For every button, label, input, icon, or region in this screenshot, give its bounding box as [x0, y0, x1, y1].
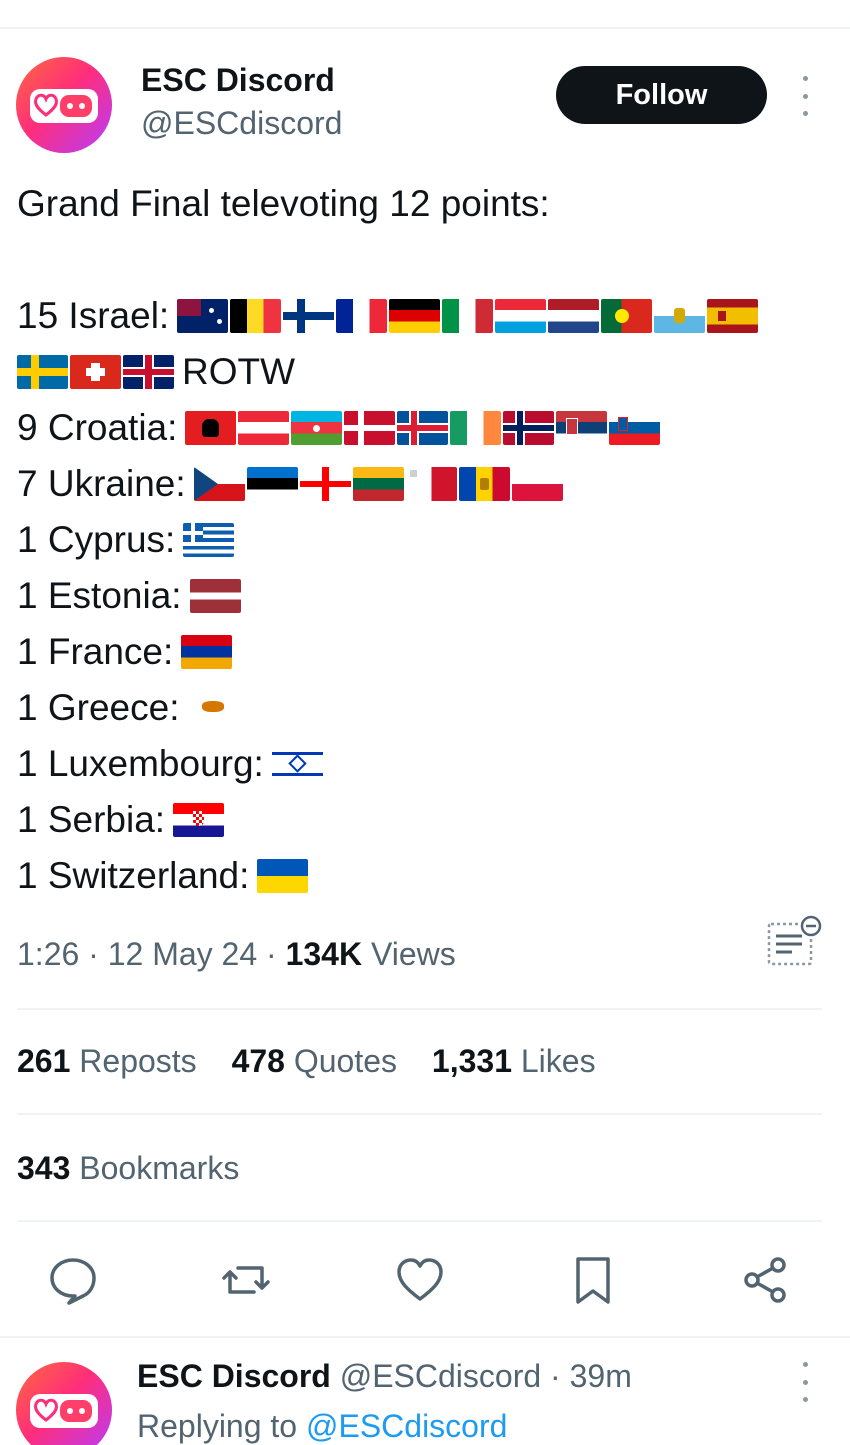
- spain-flag-icon: [707, 299, 759, 333]
- finland-flag-icon: [283, 299, 335, 333]
- lithuania-flag-icon: [352, 467, 404, 501]
- result-text: 15 Israel:: [17, 295, 170, 336]
- replying-to-link[interactable]: @ESCdiscord: [306, 1408, 507, 1444]
- portugal-flag-icon: [601, 299, 653, 333]
- tweet-text: Grand Final televoting 12 points: 15 Isr…: [17, 176, 837, 904]
- norway-flag-icon: [503, 411, 555, 445]
- reply-author-handle[interactable]: @ESCdiscord: [340, 1358, 541, 1394]
- reposts-stat[interactable]: 261 Reposts: [17, 1043, 197, 1079]
- divider: [17, 1113, 822, 1115]
- luxembourg-flag-icon: [495, 299, 547, 333]
- reply-author-name[interactable]: ESC Discord: [137, 1358, 331, 1394]
- discord-heart-logo-icon: [30, 89, 98, 123]
- top-divider: [0, 27, 850, 29]
- sweden-flag-icon: [17, 355, 68, 389]
- result-text: 1 Cyprus:: [17, 519, 176, 560]
- reply-more-options-icon[interactable]: [795, 1362, 815, 1402]
- repost-icon[interactable]: [220, 1254, 272, 1306]
- reply-avatar[interactable]: [16, 1362, 112, 1445]
- estonia-flag-icon: [246, 467, 298, 501]
- tweet-time[interactable]: 1:26: [17, 936, 79, 972]
- bookmark-icon[interactable]: [567, 1254, 619, 1306]
- tweet-date[interactable]: 12 May 24: [108, 936, 257, 972]
- result-line: 1 Greece:: [17, 680, 837, 736]
- united-kingdom-flag-icon: [123, 355, 174, 389]
- result-line: 1 Serbia:: [17, 792, 837, 848]
- share-icon[interactable]: [740, 1254, 792, 1306]
- tweet-intro: Grand Final televoting 12 points:: [17, 183, 550, 224]
- czechia-flag-icon: [193, 467, 245, 501]
- moldova-flag-icon: [458, 467, 510, 501]
- ukraine-flag-icon: [257, 859, 309, 893]
- quotes-stat[interactable]: 478 Quotes: [232, 1043, 397, 1079]
- result-line: ROTW: [17, 344, 837, 400]
- israel-flag-icon: [271, 747, 323, 781]
- netherlands-flag-icon: [548, 299, 600, 333]
- views-label: Views: [370, 936, 456, 972]
- reply-icon[interactable]: [47, 1254, 99, 1306]
- reply-header: ESC Discord @ESCdiscord · 39m: [137, 1358, 632, 1394]
- tweet-meta: 1:26 · 12 May 24 · 134K Views: [17, 936, 456, 972]
- engagement-stats: 261 Reposts 478 Quotes 1,331 Likes: [17, 1043, 622, 1080]
- result-line: 7 Ukraine:: [17, 456, 837, 512]
- germany-flag-icon: [389, 299, 441, 333]
- views-count: 134K: [285, 936, 363, 972]
- result-line: 1 Estonia:: [17, 568, 837, 624]
- more-options-icon[interactable]: [795, 76, 815, 116]
- ireland-flag-icon: [450, 411, 502, 445]
- switzerland-flag-icon: [70, 355, 121, 389]
- result-text: 1 Serbia:: [17, 799, 166, 840]
- albania-flag-icon: [185, 411, 237, 445]
- armenia-flag-icon: [181, 635, 233, 669]
- bookmarks-stat: 343 Bookmarks: [17, 1150, 240, 1186]
- avatar[interactable]: [16, 57, 112, 153]
- san-marino-flag-icon: [654, 299, 706, 333]
- slovenia-flag-icon: [609, 411, 661, 445]
- poland-flag-icon: [511, 467, 563, 501]
- result-line: 1 Cyprus:: [17, 512, 837, 568]
- result-text: ROTW: [182, 351, 296, 392]
- author-name[interactable]: ESC Discord: [141, 62, 335, 99]
- divider: [17, 1008, 822, 1010]
- result-text: 9 Croatia:: [17, 407, 178, 448]
- result-text: 7 Ukraine:: [17, 463, 186, 504]
- result-text: 1 Luxembourg:: [17, 743, 264, 784]
- result-text: 1 France:: [17, 631, 174, 672]
- result-line: 9 Croatia:: [17, 400, 837, 456]
- replying-to: Replying to @ESCdiscord: [137, 1408, 508, 1444]
- analytics-icon[interactable]: [766, 914, 822, 968]
- action-bar: [0, 1254, 850, 1306]
- greece-flag-icon: [183, 523, 235, 557]
- cyprus-flag-icon: [187, 691, 239, 725]
- section-divider: [0, 1336, 850, 1338]
- reply-time[interactable]: 39m: [570, 1358, 632, 1394]
- follow-button[interactable]: Follow: [556, 66, 767, 124]
- discord-heart-logo-icon: [30, 1394, 98, 1428]
- serbia-flag-icon: [556, 411, 608, 445]
- author-handle[interactable]: @ESCdiscord: [141, 105, 342, 142]
- australia-flag-icon: [177, 299, 229, 333]
- austria-flag-icon: [238, 411, 290, 445]
- divider: [17, 1220, 822, 1222]
- malta-flag-icon: [405, 467, 457, 501]
- result-text: 1 Switzerland:: [17, 855, 250, 896]
- croatia-flag-icon: [173, 803, 225, 837]
- latvia-flag-icon: [189, 579, 241, 613]
- result-text: 1 Greece:: [17, 687, 180, 728]
- france-flag-icon: [336, 299, 388, 333]
- result-line: 15 Israel:: [17, 288, 837, 344]
- likes-stat[interactable]: 1,331 Likes: [432, 1043, 596, 1079]
- like-icon[interactable]: [394, 1254, 446, 1306]
- denmark-flag-icon: [344, 411, 396, 445]
- result-line: 1 Luxembourg:: [17, 736, 837, 792]
- azerbaijan-flag-icon: [291, 411, 343, 445]
- belgium-flag-icon: [230, 299, 282, 333]
- result-text: 1 Estonia:: [17, 575, 182, 616]
- italy-flag-icon: [442, 299, 494, 333]
- result-line: 1 Switzerland:: [17, 848, 837, 904]
- georgia-flag-icon: [299, 467, 351, 501]
- iceland-flag-icon: [397, 411, 449, 445]
- result-line: 1 France:: [17, 624, 837, 680]
